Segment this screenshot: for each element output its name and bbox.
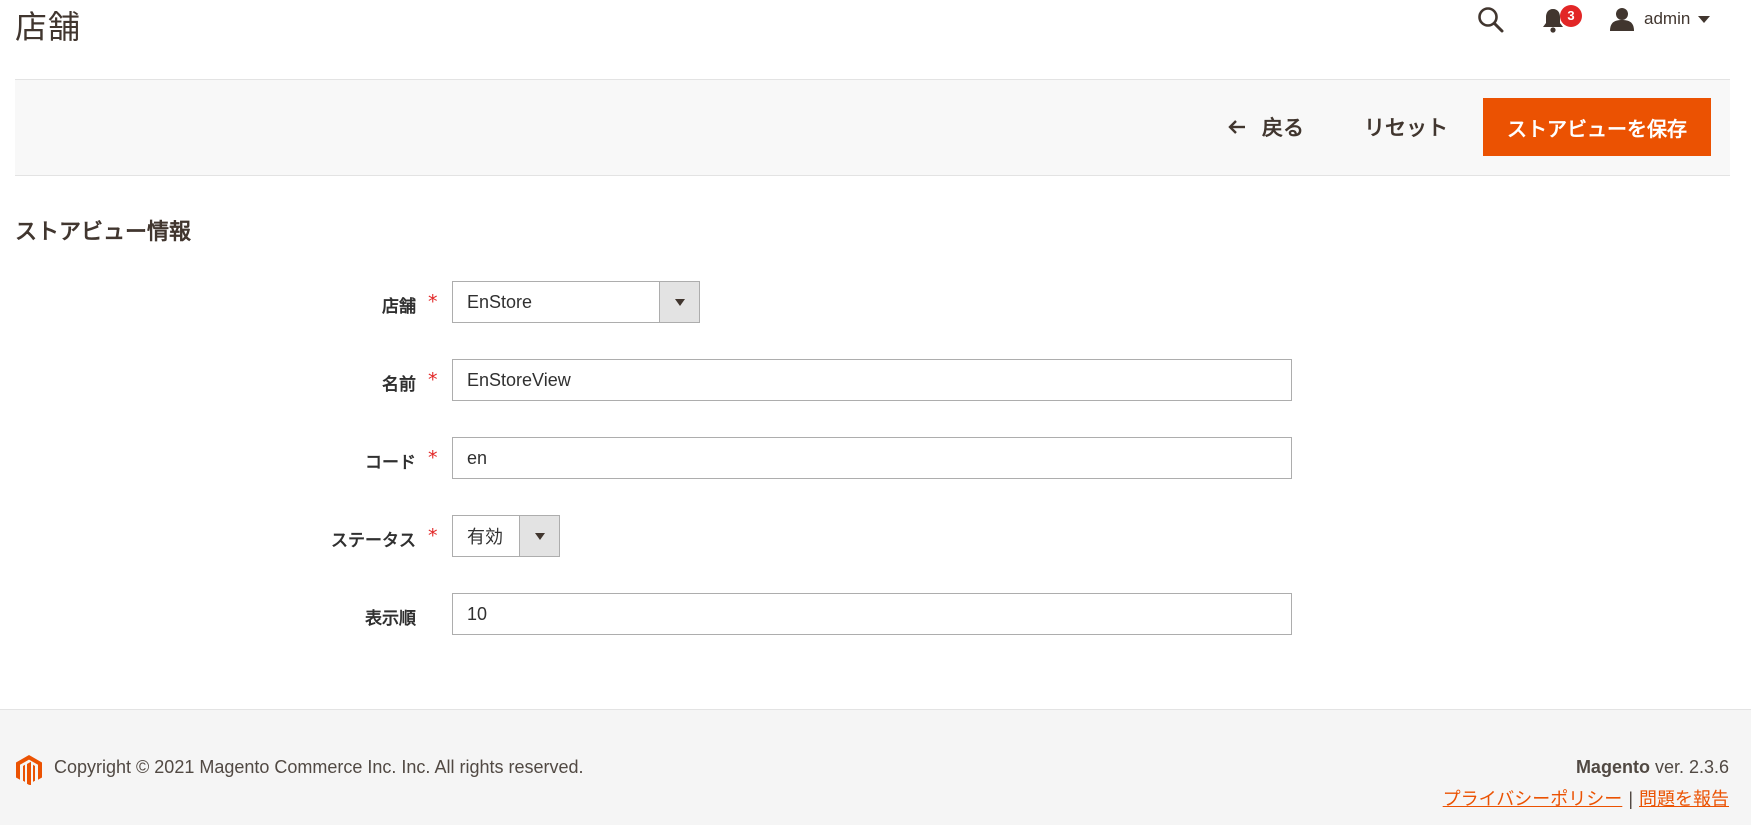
copyright-text: Copyright © 2021 Magento Commerce Inc. I… [54, 757, 584, 777]
page-title: 店舗 [15, 8, 82, 46]
magento-logo-icon [16, 755, 42, 785]
caret-down-icon [674, 298, 685, 306]
sort-order-input[interactable]: 10 [452, 593, 1292, 635]
caret-down-icon [534, 532, 545, 540]
user-icon [1610, 8, 1634, 31]
dropdown-toggle[interactable] [659, 282, 699, 322]
dropdown-toggle[interactable] [519, 516, 559, 556]
back-button[interactable]: 戻る [1228, 97, 1304, 157]
store-select[interactable]: EnStore [452, 281, 700, 323]
required-asterisk: * [428, 291, 438, 313]
privacy-policy-link[interactable]: プライバシーポリシー [1443, 789, 1623, 809]
magento-version: Magento ver. 2.3.6 [1576, 757, 1729, 778]
arrow-left-icon [1228, 120, 1245, 134]
status-select[interactable]: 有効 [452, 515, 560, 557]
reset-button-label: リセット [1364, 116, 1448, 140]
required-asterisk: * [428, 525, 438, 547]
code-field-label: コード [365, 453, 416, 473]
sort-order-field-label: 表示順 [365, 609, 416, 629]
status-field-label: ステータス [331, 531, 416, 551]
code-input[interactable]: en [452, 437, 1292, 479]
save-store-view-button[interactable]: ストアビューを保存 [1483, 98, 1711, 156]
notification-count-badge: 3 [1560, 5, 1582, 27]
search-icon[interactable] [1476, 5, 1506, 35]
version-number: ver. 2.3.6 [1649, 757, 1729, 777]
status-select-value: 有効 [467, 527, 503, 547]
page-actions-bar [15, 79, 1730, 176]
store-field-label: 店舗 [382, 297, 416, 317]
report-issue-link[interactable]: 問題を報告 [1639, 789, 1729, 809]
user-name: admin [1644, 9, 1691, 28]
reset-button[interactable]: リセット [1364, 97, 1448, 157]
name-input[interactable]: EnStoreView [452, 359, 1292, 401]
required-asterisk: * [428, 447, 438, 469]
link-separator: | [1628, 789, 1633, 809]
back-button-label: 戻る [1262, 116, 1304, 140]
required-asterisk: * [428, 369, 438, 391]
save-button-label: ストアビューを保存 [1507, 116, 1687, 141]
name-field-label: 名前 [382, 375, 416, 395]
chevron-down-icon [1698, 15, 1711, 23]
store-select-value: EnStore [467, 291, 533, 312]
admin-user-menu[interactable]: admin [1610, 4, 1711, 34]
section-title: ストアビュー情報 [15, 220, 192, 245]
magento-brand: Magento [1575, 757, 1650, 777]
footer-links: プライバシーポリシー | 問題を報告 [1443, 785, 1729, 811]
